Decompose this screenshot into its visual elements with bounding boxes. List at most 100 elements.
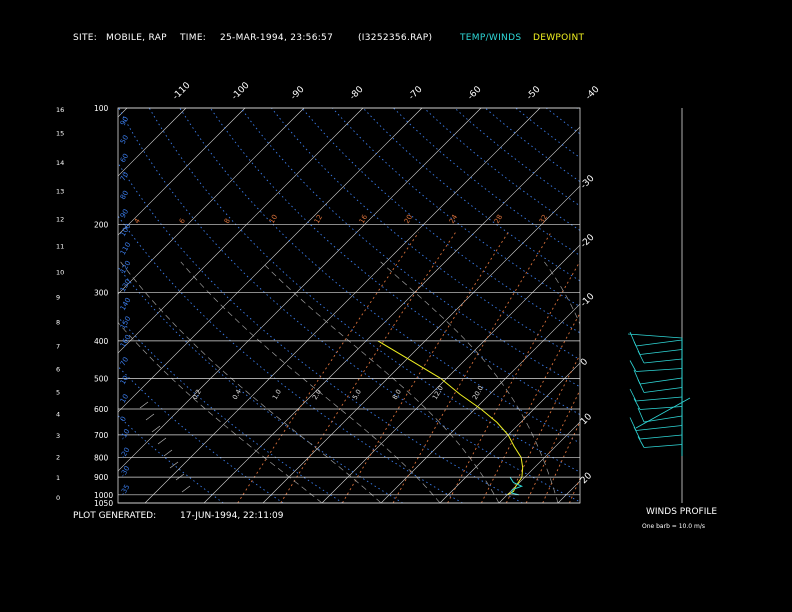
moist-adiabat xyxy=(261,261,500,503)
wind-barb-shaft xyxy=(635,425,683,431)
dry-adiabat xyxy=(484,108,580,183)
isotherm-line xyxy=(118,108,305,295)
dry-adiabat-label: -10 xyxy=(119,428,132,442)
pressure-tick-label: 800 xyxy=(94,453,109,462)
height-tick-label: 5 xyxy=(56,388,60,396)
mixing-ratio-line xyxy=(608,233,730,503)
wind-barb-shaft xyxy=(639,377,683,385)
mixing-ratio-line xyxy=(637,233,754,503)
wind-barb-shaft xyxy=(643,415,683,423)
plot-wind-tick xyxy=(157,437,167,445)
dry-adiabat xyxy=(118,365,284,503)
skew-t-chart: 1002003004005006007008009001000105016151… xyxy=(0,80,792,508)
wind-barb-flag xyxy=(629,360,637,372)
lower-mixing-label: 2.0 xyxy=(311,388,323,401)
mixing-ratio-line xyxy=(237,232,419,503)
pressure-tick-label: 300 xyxy=(94,289,109,298)
mixing-ratio-line xyxy=(480,312,580,503)
height-tick-label: 0 xyxy=(56,494,60,502)
wind-barb-top xyxy=(627,333,683,339)
moist-adiabat xyxy=(120,261,382,503)
isotherm-line xyxy=(617,108,792,503)
pressure-tick-label: 900 xyxy=(94,473,109,482)
dry-adiabat xyxy=(271,108,580,361)
dewpoint-series-line xyxy=(377,340,524,496)
wind-barb-flag xyxy=(637,407,645,423)
plot-area xyxy=(0,108,792,503)
mixing-ratio-line xyxy=(542,420,580,503)
wind-barb-flag xyxy=(637,379,645,393)
dry-adiabat-label: 10 xyxy=(119,374,130,386)
isotherm-top-label: -90 xyxy=(289,84,307,102)
isotherm-line xyxy=(118,108,364,354)
dry-adiabat-label: -30 xyxy=(119,465,132,479)
moist-adiabat xyxy=(544,261,580,326)
isotherm-right-label: -30 xyxy=(579,173,597,191)
isotherm-line xyxy=(735,108,792,503)
isotherm-line xyxy=(0,108,68,503)
lower-mixing-label: 8.0 xyxy=(391,388,403,401)
pressure-tick-label: 400 xyxy=(94,337,109,346)
mixing-ratio-line xyxy=(280,232,456,503)
mixing-ratio-label: 12 xyxy=(313,213,324,225)
isotherm-right-label: 0 xyxy=(579,357,590,368)
dry-adiabat xyxy=(118,266,404,503)
isotherm-right-label: -20 xyxy=(579,232,597,250)
dry-adiabat xyxy=(179,108,580,444)
wind-barb-flag xyxy=(633,426,641,440)
lower-mixing-label: 5.0 xyxy=(351,388,363,401)
dry-adiabat-label: 150 xyxy=(119,315,133,331)
isotherm-line xyxy=(0,108,9,503)
wind-barb-shaft xyxy=(635,396,683,402)
dry-adiabat-label: -20 xyxy=(119,446,132,460)
wind-barb-shaft xyxy=(639,434,683,440)
mixing-ratio-label: 6 xyxy=(178,217,187,225)
dry-adiabat xyxy=(576,108,580,112)
height-tick-label: 11 xyxy=(56,242,64,250)
plot-wind-tick xyxy=(139,401,149,409)
moist-adiabat xyxy=(380,261,559,503)
wind-barb-flag xyxy=(637,436,645,448)
isotherm-line xyxy=(118,108,482,472)
pressure-tick-label: 700 xyxy=(94,431,109,440)
isotherm-right-label: 20 xyxy=(579,471,594,486)
isotherm-top-label: -100 xyxy=(230,80,252,102)
isotherm-top-label: -70 xyxy=(407,84,425,102)
height-tick-label: 1 xyxy=(56,474,60,482)
isotherm-line xyxy=(118,108,128,118)
mixing-ratio-line xyxy=(624,233,744,503)
isotherm-line xyxy=(262,185,580,503)
dry-adiabat-label: 60 xyxy=(119,152,130,164)
dry-adiabat xyxy=(301,108,580,334)
height-tick-label: 16 xyxy=(56,106,64,114)
height-tick-label: 13 xyxy=(56,188,64,196)
dry-adiabat-label: 90 xyxy=(119,208,130,220)
dry-adiabat-label: 70 xyxy=(119,171,130,183)
mixing-ratio-label: 28 xyxy=(493,213,504,225)
dry-adiabat xyxy=(118,162,523,503)
wind-barb-flag xyxy=(633,398,641,410)
dry-adiabat xyxy=(454,108,580,207)
isotherm-line xyxy=(144,108,541,503)
isotherm-top-label: -110 xyxy=(171,80,193,102)
dry-adiabat-label: 140 xyxy=(119,296,133,312)
dry-adiabat xyxy=(668,108,792,503)
dry-adiabat-label: 80 xyxy=(119,189,130,201)
isotherm-line xyxy=(118,108,423,413)
moist-adiabat xyxy=(118,321,323,503)
height-tick-label: 6 xyxy=(56,366,60,374)
dry-adiabat xyxy=(118,415,224,503)
height-tick-label: 10 xyxy=(56,268,64,276)
isotherm-line xyxy=(380,303,580,503)
wind-barb-shaft xyxy=(643,444,683,448)
height-tick-label: 12 xyxy=(56,215,64,223)
wind-barb-shaft xyxy=(635,339,683,347)
lower-mixing-label: 1.0 xyxy=(271,388,283,401)
wind-barb-shaft xyxy=(643,358,683,364)
pressure-tick-label: 500 xyxy=(94,374,109,383)
height-tick-label: 15 xyxy=(56,129,64,137)
dry-adiabat-label: 50 xyxy=(119,134,130,146)
wind-barb-shaft xyxy=(635,368,683,372)
plot-wind-tick xyxy=(145,413,155,421)
height-tick-label: 2 xyxy=(56,453,60,461)
